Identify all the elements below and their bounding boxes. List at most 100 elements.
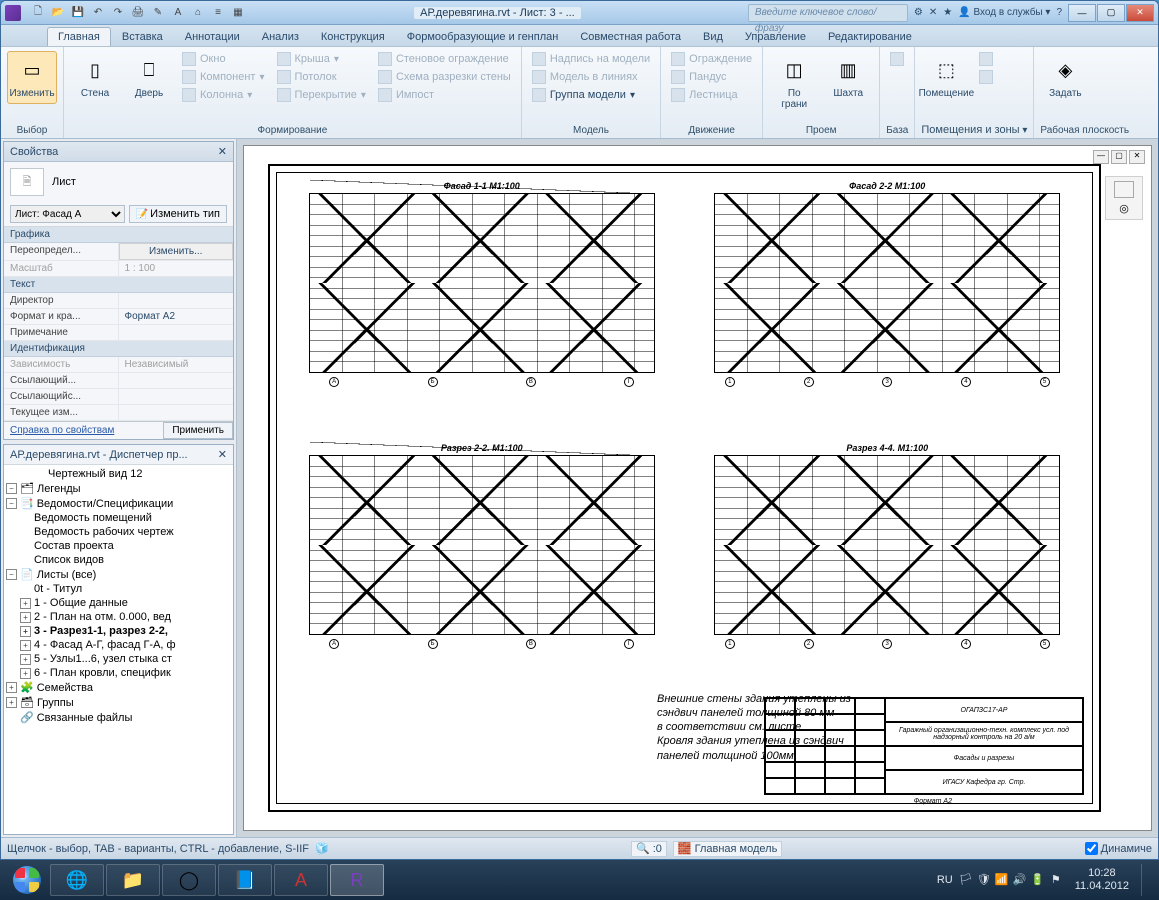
qat-grid[interactable]: ▦ — [229, 5, 247, 21]
component-button[interactable]: Компонент ▾ — [178, 69, 269, 85]
modify-button[interactable]: ▭ Изменить — [7, 51, 57, 104]
qat-text[interactable]: A — [169, 5, 187, 21]
tree-schedule-item[interactable]: Ведомость рабочих чертеж — [6, 525, 231, 539]
tray-shield-icon[interactable]: 🛡 — [977, 873, 991, 887]
tree-sheet-item[interactable]: +2 - План на отм. 0.000, вед — [6, 610, 231, 624]
tab-insert[interactable]: Вставка — [111, 27, 174, 46]
tab-structure[interactable]: Конструкция — [310, 27, 396, 46]
prop-format[interactable]: Формат А2 — [119, 309, 234, 324]
modelgroup-button[interactable]: Группа модели ▾ — [528, 87, 654, 103]
close-icon[interactable]: ✕ — [218, 448, 227, 461]
shaft-button[interactable]: ▥Шахта — [823, 51, 873, 104]
view-min-icon[interactable]: — — [1093, 150, 1109, 164]
properties-help-link[interactable]: Справка по свойствам — [4, 422, 163, 439]
tree-view-item[interactable]: Чертежный вид 12 — [6, 467, 231, 481]
maximize-button[interactable]: ▢ — [1097, 4, 1125, 22]
qat-measure[interactable]: ✎ — [149, 5, 167, 21]
view-max-icon[interactable]: ▢ — [1111, 150, 1127, 164]
qat-print[interactable]: 🖨 — [129, 5, 147, 21]
task-explorer[interactable]: 📁 — [106, 864, 160, 896]
tab-analyze[interactable]: Анализ — [251, 27, 310, 46]
ramp-button[interactable]: Пандус — [667, 69, 756, 85]
modeltext-button[interactable]: Надпись на модели — [528, 51, 654, 67]
tree-schedule-item[interactable]: Ведомость помещений — [6, 511, 231, 525]
status-filter-icon[interactable]: 🧊 — [315, 842, 329, 855]
tab-home[interactable]: Главная — [47, 27, 111, 46]
tree-sheet-item[interactable]: +5 - Узлы1...6, узел стыка ст — [6, 652, 231, 666]
tab-collaborate[interactable]: Совместная работа — [569, 27, 692, 46]
tree-sheet-item[interactable]: +4 - Фасад А-Г, фасад Г-А, ф — [6, 638, 231, 652]
qat-home[interactable]: ⌂ — [189, 5, 207, 21]
status-workset[interactable]: 🧱 Главная модель — [673, 841, 782, 857]
tree-legends[interactable]: −🗂 Легенды — [6, 481, 231, 496]
view-close-icon[interactable]: ✕ — [1129, 150, 1145, 164]
section-view-2[interactable]: Разрез 4-4. М1:100 12345 — [691, 443, 1085, 693]
type-selector[interactable]: Лист: Фасад А — [10, 205, 125, 223]
show-desktop-button[interactable] — [1141, 864, 1153, 896]
curtainwall-button[interactable]: Стеновое ограждение — [374, 51, 515, 67]
status-scale[interactable]: 🔍 :0 — [631, 841, 667, 857]
tree-sheets[interactable]: −📄 Листы (все) — [6, 567, 231, 582]
tree-sheet-item[interactable]: 0t - Титул — [6, 582, 231, 596]
qat-save[interactable]: 💾 — [69, 5, 87, 21]
status-dynamic-toggle[interactable]: Динамиче — [1085, 842, 1152, 855]
signin-link[interactable]: 👤 Вход в службы ▾ — [958, 7, 1050, 18]
infocenter-search[interactable]: Введите ключевое слово/фразу — [748, 4, 908, 22]
tree-schedule-item[interactable]: Список видов — [6, 553, 231, 567]
qat-align[interactable]: ≡ — [209, 5, 227, 21]
app-icon[interactable] — [5, 5, 21, 21]
tree-sheet-item[interactable]: +6 - План кровли, специфик — [6, 666, 231, 680]
steeringwheel-icon[interactable]: ◎ — [1119, 202, 1129, 215]
prop-note[interactable] — [119, 325, 234, 340]
tray-sound-icon[interactable]: 🔊 — [1013, 873, 1027, 887]
task-word[interactable]: 📘 — [218, 864, 272, 896]
modelline-button[interactable]: Модель в линиях — [528, 69, 654, 85]
apply-button[interactable]: Применить — [163, 422, 233, 439]
tray-battery-icon[interactable]: 🔋 — [1031, 873, 1045, 887]
tree-schedules[interactable]: −📑 Ведомости/Спецификации — [6, 496, 231, 511]
navigation-bar[interactable]: ◎ — [1105, 176, 1143, 220]
qat-new[interactable]: 🗋 — [29, 5, 47, 21]
task-revit[interactable]: R — [330, 864, 384, 896]
tree-sheet-item[interactable]: +1 - Общие данные — [6, 596, 231, 610]
task-ie[interactable]: 🌐 — [50, 864, 104, 896]
tab-view[interactable]: Вид — [692, 27, 734, 46]
window-button[interactable]: Окно — [178, 51, 269, 67]
tree-sheet-item-current[interactable]: +3 - Разрез1-1, разрез 2-2, — [6, 624, 231, 638]
viewcube-icon[interactable] — [1114, 181, 1134, 198]
override-button[interactable]: Изменить... — [119, 243, 234, 260]
task-autocad[interactable]: A — [274, 864, 328, 896]
wall-button[interactable]: ▯Стена — [70, 51, 120, 104]
taskbar-clock[interactable]: 10:28 11.04.2012 — [1069, 867, 1135, 893]
byface-button[interactable]: ◫По грани — [769, 51, 819, 115]
properties-header[interactable]: Свойства ✕ — [4, 142, 233, 162]
minimize-button[interactable]: — — [1068, 4, 1096, 22]
task-chrome[interactable]: ◯ — [162, 864, 216, 896]
tray-network-icon[interactable]: 📶 — [995, 873, 1009, 887]
ceiling-button[interactable]: Потолок — [273, 69, 370, 85]
roof-button[interactable]: Крыша ▾ — [273, 51, 370, 67]
room-button[interactable]: ⬚Помещение — [921, 51, 971, 104]
datum-button[interactable] — [886, 51, 908, 67]
tree-groups[interactable]: +🗃 Группы — [6, 695, 231, 710]
favorites-icon[interactable]: ★ — [943, 7, 952, 18]
tab-modify[interactable]: Редактирование — [817, 27, 923, 46]
floor-button[interactable]: Перекрытие ▾ — [273, 87, 370, 103]
elevation-view-2[interactable]: Фасад 2-2 М1:100 12345 — [691, 181, 1085, 431]
stair-button[interactable]: Лестница — [667, 87, 756, 103]
properties-family[interactable]: 🗎 Лист — [4, 162, 233, 202]
tab-annotate[interactable]: Аннотации — [174, 27, 251, 46]
tab-massing[interactable]: Формообразующие и генплан — [396, 27, 570, 46]
roomtag-button[interactable] — [975, 51, 997, 67]
qat-undo[interactable]: ↶ — [89, 5, 107, 21]
subscription-icon[interactable]: ⚙ — [914, 7, 923, 18]
tree-families[interactable]: +🧩 Семейства — [6, 680, 231, 695]
close-icon[interactable]: ✕ — [218, 145, 227, 158]
door-button[interactable]: ⎕Дверь — [124, 51, 174, 104]
edit-type-button[interactable]: 📝 Изменить тип — [129, 205, 227, 223]
railing-button[interactable]: Ограждение — [667, 51, 756, 67]
mullion-button[interactable]: Импост — [374, 87, 515, 103]
area-button[interactable] — [975, 69, 997, 85]
section-view-1[interactable]: Разрез 2-2. М1:100 АБВГ — [285, 443, 679, 693]
start-button[interactable] — [6, 864, 48, 896]
